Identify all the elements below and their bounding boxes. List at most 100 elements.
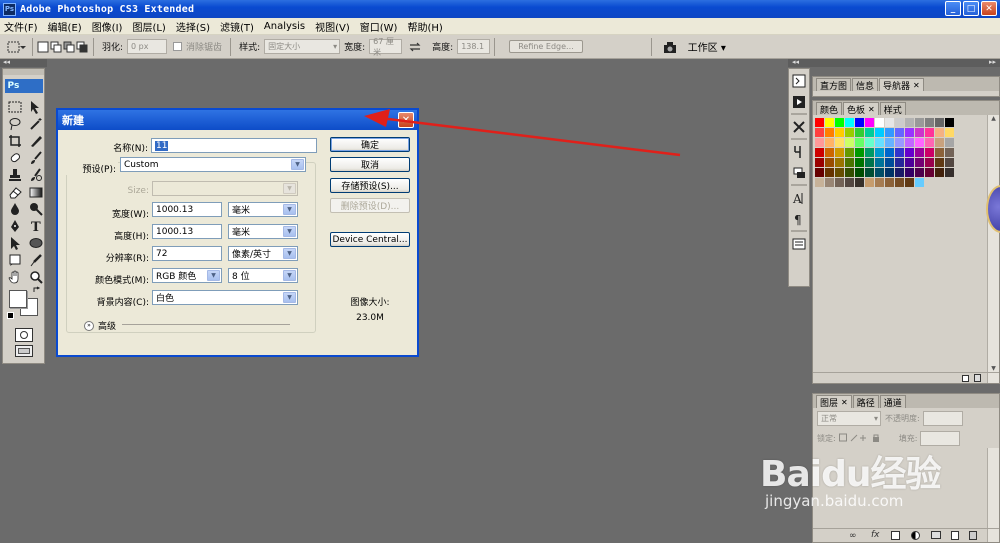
swatch[interactable] [845, 118, 854, 127]
expand-arrows-icon[interactable]: ▸▸ [989, 58, 996, 66]
swatch[interactable] [915, 118, 924, 127]
advanced-toggle[interactable]: » 高级 [84, 319, 116, 332]
swatch[interactable] [835, 148, 844, 157]
character-panel-icon[interactable]: A [790, 189, 808, 207]
swatch[interactable] [935, 148, 944, 157]
swatch[interactable] [895, 178, 904, 187]
swatch[interactable] [815, 178, 824, 187]
swatch[interactable] [895, 148, 904, 157]
menu-edit[interactable]: 编辑(E) [48, 19, 82, 34]
dialog-close-button[interactable]: ✕ [398, 112, 414, 128]
swatch[interactable] [895, 138, 904, 147]
swatch[interactable] [925, 128, 934, 137]
restore-button[interactable]: □ [963, 1, 979, 16]
swatch[interactable] [855, 118, 864, 127]
swatch[interactable] [935, 158, 944, 167]
brush-tool-icon[interactable] [27, 150, 45, 165]
swatch[interactable] [915, 178, 924, 187]
preset-select[interactable]: Custom ▼ [120, 157, 306, 172]
swatch[interactable] [925, 158, 934, 167]
swatch[interactable] [935, 128, 944, 137]
resolution-input[interactable]: 72 [152, 246, 222, 261]
swatch[interactable] [845, 158, 854, 167]
height-unit-select[interactable]: 毫米 ▼ [228, 224, 298, 239]
swatch[interactable] [885, 178, 894, 187]
swatch[interactable] [855, 158, 864, 167]
swatch[interactable] [905, 118, 914, 127]
healing-brush-icon[interactable] [6, 150, 24, 165]
swatch[interactable] [935, 168, 944, 177]
menu-analysis[interactable]: Analysis [264, 21, 305, 32]
background-select[interactable]: 白色 ▼ [152, 290, 298, 305]
swatch[interactable] [875, 148, 884, 157]
move-tool-icon[interactable] [27, 99, 45, 114]
swatch[interactable] [845, 168, 854, 177]
swatch[interactable] [815, 148, 824, 157]
toolbox-collapse-bar[interactable]: ◂◂ [0, 58, 47, 67]
lock-icons[interactable] [838, 433, 885, 445]
swatch[interactable] [865, 168, 874, 177]
slice-tool-icon[interactable] [27, 133, 45, 148]
swatch[interactable] [845, 138, 854, 147]
swatch[interactable] [855, 168, 864, 177]
swatch[interactable] [835, 168, 844, 177]
toolbox-grip[interactable] [3, 69, 44, 75]
swatch[interactable] [865, 148, 874, 157]
menu-help[interactable]: 帮助(H) [407, 19, 442, 34]
swatch[interactable] [905, 158, 914, 167]
new-swatch-icon[interactable] [962, 375, 969, 382]
swatch[interactable] [855, 128, 864, 137]
menu-view[interactable]: 视图(V) [315, 19, 350, 34]
swatch[interactable] [915, 148, 924, 157]
swatch[interactable] [865, 178, 874, 187]
swatch[interactable] [915, 158, 924, 167]
swatch[interactable] [925, 148, 934, 157]
swatch[interactable] [895, 158, 904, 167]
marquee-tool-icon[interactable] [6, 99, 24, 114]
antialias-checkbox[interactable] [173, 42, 183, 51]
pen-tool-icon[interactable] [6, 218, 24, 233]
zoom-tool-icon[interactable] [27, 269, 45, 284]
cancel-button[interactable]: 取消 [330, 157, 410, 172]
refine-edge-button[interactable]: Refine Edge... [509, 40, 583, 53]
hand-tool-icon[interactable] [6, 269, 24, 284]
magic-wand-icon[interactable] [27, 116, 45, 131]
adjustment-layer-icon[interactable] [911, 531, 920, 540]
path-selection-icon[interactable] [6, 235, 24, 250]
swatch[interactable] [925, 138, 934, 147]
bit-depth-select[interactable]: 8 位 ▼ [228, 268, 298, 283]
swatch[interactable] [855, 178, 864, 187]
swatch[interactable] [905, 148, 914, 157]
swatch[interactable] [815, 118, 824, 127]
swatch[interactable] [925, 168, 934, 177]
swatch[interactable] [855, 138, 864, 147]
layer-comps-panel-icon[interactable] [790, 235, 808, 253]
swatch[interactable] [885, 158, 894, 167]
eraser-tool-icon[interactable] [6, 184, 24, 199]
tab-layers[interactable]: 图层 ✕ [816, 395, 852, 409]
tool-presets-icon[interactable] [662, 39, 680, 55]
tab-channels[interactable]: 通道 [879, 395, 906, 409]
width-input[interactable]: 67 厘米 [369, 37, 403, 57]
tab-histogram[interactable]: 直方图 [816, 78, 852, 92]
panel-collapse-bar[interactable]: ◂◂ ▸▸ [788, 58, 1000, 67]
menu-window[interactable]: 窗口(W) [360, 19, 398, 34]
default-colors-icon[interactable] [7, 312, 14, 319]
scroll-down-icon[interactable]: ▼ [988, 365, 999, 372]
device-central-button[interactable]: Device Central... [330, 232, 410, 247]
resolution-unit-select[interactable]: 像素/英寸 ▼ [228, 246, 298, 261]
swatch[interactable] [945, 168, 954, 177]
swatch[interactable] [875, 138, 884, 147]
selection-mode-icons[interactable] [37, 39, 89, 55]
swatch[interactable] [865, 128, 874, 137]
gradient-tool-icon[interactable] [27, 184, 45, 199]
layer-style-icon[interactable]: fx [871, 530, 880, 540]
paragraph-panel-icon[interactable]: ¶ [790, 210, 808, 228]
swatch[interactable] [945, 118, 954, 127]
swatch[interactable] [815, 158, 824, 167]
swatch[interactable] [875, 118, 884, 127]
swatch[interactable] [885, 138, 894, 147]
swatch[interactable] [865, 138, 874, 147]
link-layers-icon[interactable]: ∞ [849, 531, 857, 541]
swatch[interactable] [945, 128, 954, 137]
